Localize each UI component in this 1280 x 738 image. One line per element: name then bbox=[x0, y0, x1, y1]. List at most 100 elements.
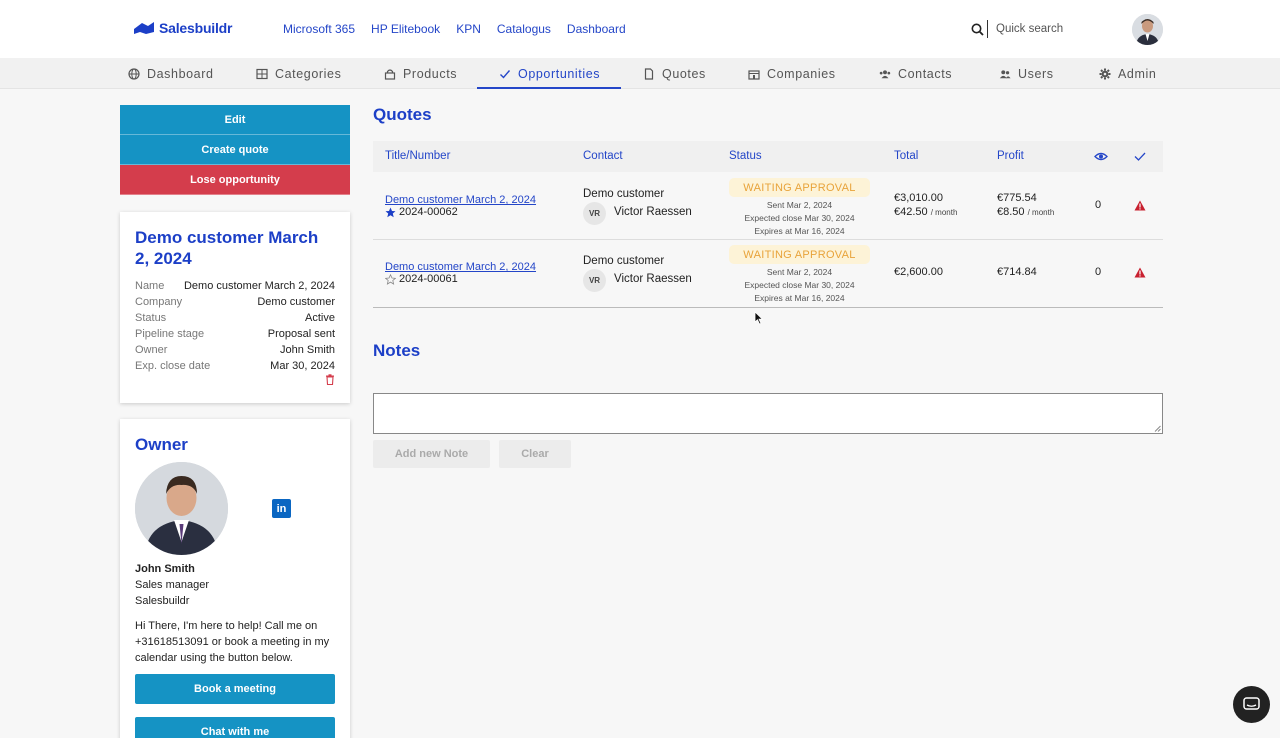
views-icon bbox=[1094, 152, 1108, 161]
column-profit[interactable]: Profit bbox=[997, 150, 1024, 162]
search-divider bbox=[987, 20, 988, 38]
field-row: Status Active bbox=[135, 310, 335, 326]
nav-companies[interactable]: Companies bbox=[748, 58, 836, 89]
owner-role: Sales manager bbox=[135, 579, 209, 591]
document-icon bbox=[644, 67, 654, 80]
nav-label: Companies bbox=[767, 66, 836, 81]
field-row: Exp. close date Mar 30, 2024 bbox=[135, 358, 335, 374]
quotes-table-header: Title/Number Contact Status Total Profit bbox=[373, 141, 1163, 172]
contacts-icon bbox=[879, 69, 891, 78]
per-month-label: / month bbox=[1027, 208, 1055, 217]
brand-name: Salesbuildr bbox=[159, 20, 233, 36]
field-value: Mar 30, 2024 bbox=[270, 360, 335, 372]
nav-label: Quotes bbox=[662, 66, 706, 81]
star-outline-icon[interactable] bbox=[385, 273, 396, 285]
top-link-microsoft-365[interactable]: Microsoft 365 bbox=[283, 22, 355, 36]
top-link-hp-elitebook[interactable]: HP Elitebook bbox=[371, 22, 440, 36]
nav-users[interactable]: Users bbox=[999, 58, 1054, 89]
status-badge: WAITING APPROVAL bbox=[729, 245, 870, 264]
building-icon bbox=[748, 69, 760, 80]
chat-button[interactable]: Chat with me bbox=[135, 717, 335, 738]
nav-label: Products bbox=[403, 66, 458, 81]
nav-products[interactable]: Products bbox=[384, 58, 457, 89]
profit-amount: €775.54 bbox=[997, 192, 1037, 204]
quote-number: 2024-00062 bbox=[385, 206, 458, 218]
column-status[interactable]: Status bbox=[729, 150, 762, 162]
field-row: Name Demo customer March 2, 2024 bbox=[135, 278, 335, 294]
views-count: 0 bbox=[1095, 266, 1102, 278]
support-chat-button[interactable] bbox=[1233, 686, 1270, 723]
expected-close: Expected close Mar 30, 2024 bbox=[744, 280, 855, 290]
owner-name: John Smith bbox=[135, 563, 195, 575]
quick-search[interactable]: Quick search bbox=[971, 20, 1063, 38]
column-title[interactable]: Title/Number bbox=[385, 150, 450, 162]
nav-label: Users bbox=[1018, 66, 1054, 81]
quote-title-link[interactable]: Demo customer March 2, 2024 bbox=[385, 194, 536, 206]
owner-card: Owner in John Smith Sales manager Salesb… bbox=[120, 419, 350, 738]
clear-note-button[interactable]: Clear bbox=[499, 440, 571, 468]
top-link-dashboard[interactable]: Dashboard bbox=[567, 22, 626, 36]
contact-name: Victor Raessen bbox=[614, 206, 692, 218]
top-bar: Salesbuildr Microsoft 365 HP Elitebook K… bbox=[0, 0, 1280, 58]
opportunity-actions: Edit Create quote Lose opportunity bbox=[120, 105, 350, 195]
nav-categories[interactable]: Categories bbox=[256, 58, 341, 89]
field-row: Company Demo customer bbox=[135, 294, 335, 310]
top-link-kpn[interactable]: KPN bbox=[456, 22, 481, 36]
profit-amount: €714.84 bbox=[997, 266, 1037, 278]
resize-handle-icon[interactable] bbox=[1154, 425, 1161, 432]
table-row[interactable]: Demo customer March 2, 2024 2024-00062 D… bbox=[373, 172, 1163, 240]
views-count: 0 bbox=[1095, 199, 1102, 211]
nav-dashboard[interactable]: Dashboard bbox=[128, 58, 214, 89]
globe-icon bbox=[128, 67, 140, 80]
owner-photo-image bbox=[135, 462, 228, 555]
search-icon bbox=[971, 23, 984, 36]
field-label: Owner bbox=[135, 344, 168, 356]
add-note-button[interactable]: Add new Note bbox=[373, 440, 490, 468]
notes-heading: Notes bbox=[373, 341, 421, 360]
search-input[interactable]: Quick search bbox=[996, 23, 1063, 35]
nav-quotes[interactable]: Quotes bbox=[643, 58, 706, 89]
field-row: Pipeline stage Proposal sent bbox=[135, 326, 335, 342]
column-contact[interactable]: Contact bbox=[583, 150, 623, 162]
book-meeting-button[interactable]: Book a meeting bbox=[135, 674, 335, 704]
brand-logo[interactable]: Salesbuildr bbox=[133, 20, 232, 36]
note-input[interactable] bbox=[373, 393, 1163, 434]
create-quote-button[interactable]: Create quote bbox=[120, 135, 350, 165]
quote-number-text: 2024-00061 bbox=[399, 273, 458, 285]
owner-company: Salesbuildr bbox=[135, 595, 190, 607]
salesbuildr-logo-icon bbox=[134, 22, 154, 34]
warning-icon bbox=[1134, 200, 1146, 211]
field-value: Active bbox=[305, 312, 335, 324]
field-label: Company bbox=[135, 296, 183, 308]
nav-opportunities[interactable]: Opportunities bbox=[499, 58, 600, 89]
quote-number-text: 2024-00062 bbox=[399, 206, 458, 218]
top-link-catalogus[interactable]: Catalogus bbox=[497, 22, 551, 36]
sent-date: Sent Mar 2, 2024 bbox=[766, 200, 833, 210]
linkedin-icon[interactable]: in bbox=[272, 499, 291, 518]
edit-button[interactable]: Edit bbox=[120, 105, 350, 135]
lose-opportunity-button[interactable]: Lose opportunity bbox=[120, 165, 350, 195]
column-total[interactable]: Total bbox=[894, 150, 918, 162]
quote-title-link[interactable]: Demo customer March 2, 2024 bbox=[385, 261, 536, 273]
chat-icon bbox=[1243, 697, 1260, 710]
contact-company: Demo customer bbox=[583, 188, 665, 200]
per-month-label: / month bbox=[930, 208, 958, 217]
total-monthly-amount: €42.50 bbox=[894, 206, 928, 218]
nav-admin[interactable]: Admin bbox=[1099, 58, 1156, 89]
gear-icon bbox=[1099, 68, 1111, 79]
star-filled-icon[interactable] bbox=[385, 207, 396, 218]
total-monthly: €42.50 / month bbox=[894, 206, 957, 218]
contact-name: Victor Raessen bbox=[614, 273, 692, 285]
profit-monthly-amount: €8.50 bbox=[997, 206, 1025, 218]
field-label: Pipeline stage bbox=[135, 328, 205, 340]
nav-contacts[interactable]: Contacts bbox=[879, 58, 952, 89]
users-icon bbox=[999, 69, 1011, 78]
status-badge: WAITING APPROVAL bbox=[729, 178, 870, 197]
profit-monthly: €8.50 / month bbox=[997, 206, 1054, 218]
opportunity-title: Demo customer March 2, 2024 bbox=[135, 228, 319, 268]
trash-icon[interactable] bbox=[325, 374, 335, 385]
main-nav: Dashboard Categories Products Opportunit… bbox=[0, 58, 1280, 89]
field-value: Proposal sent bbox=[267, 328, 335, 340]
table-row[interactable]: Demo customer March 2, 2024 2024-00061 D… bbox=[373, 240, 1163, 308]
user-avatar[interactable] bbox=[1132, 14, 1163, 45]
